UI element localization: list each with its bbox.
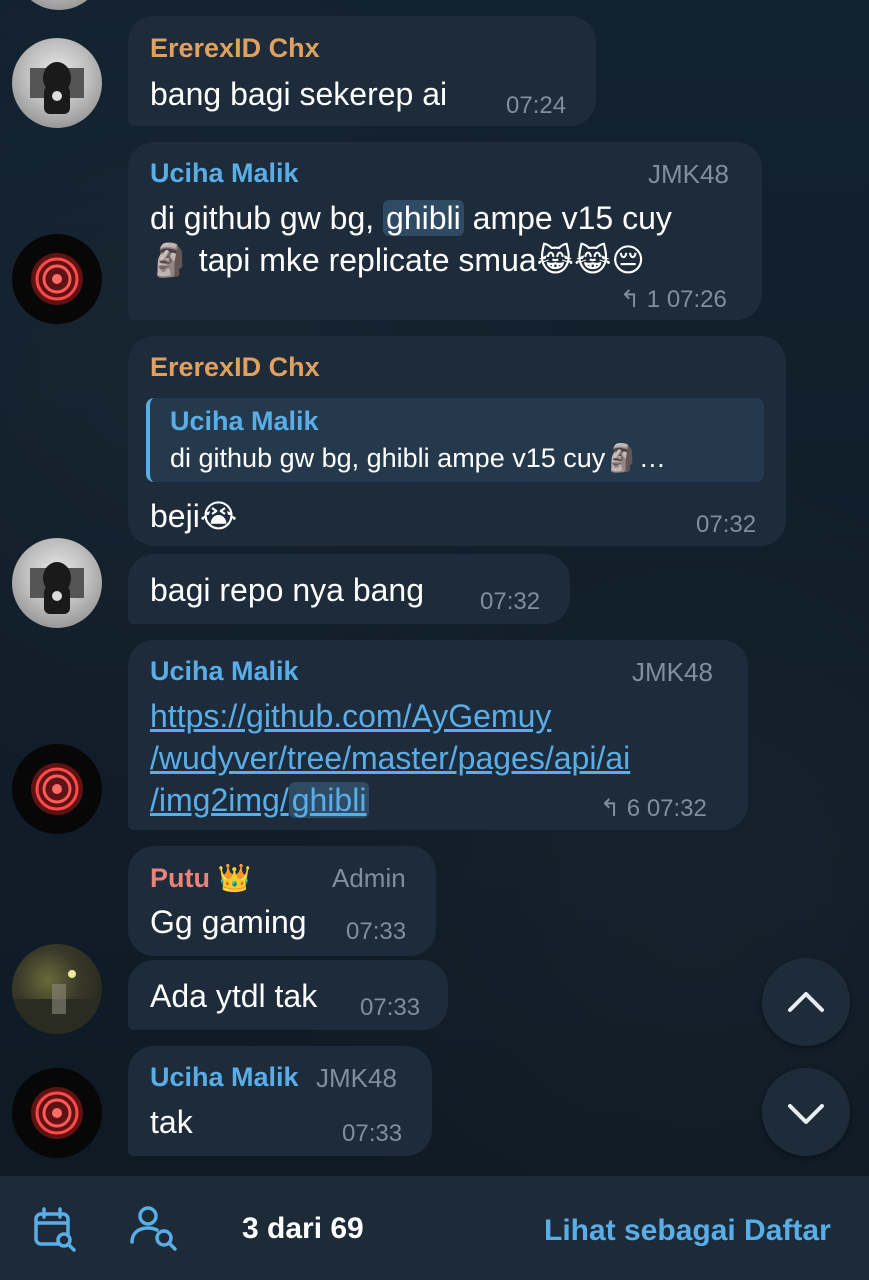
message-text: beji😭 <box>150 498 238 534</box>
sharingan-avatar-image <box>31 763 83 815</box>
reply-quote[interactable]: Uciha Malik di github gw bg, ghibli ampe… <box>146 398 764 482</box>
message-time: 07:32 <box>646 795 707 822</box>
message-text: tak <box>150 1104 193 1140</box>
github-link[interactable]: /wudyver/tree/master/pages/api/ai <box>150 738 630 779</box>
avatar-uciha-malik[interactable] <box>12 1068 102 1158</box>
message-bubble[interactable]: bagi repo nya bang 07:32 <box>128 554 570 624</box>
sharingan-avatar-image <box>31 253 83 305</box>
github-link[interactable]: https://github.com/AyGemuy <box>150 696 551 737</box>
reply-info[interactable]: ↰ 6 07:32 <box>600 794 707 823</box>
text-segment: ampe v15 cuy <box>463 200 672 236</box>
sender-name[interactable]: ErerexID Chx <box>150 33 320 64</box>
message-time: 07:26 <box>666 286 727 313</box>
reply-arrow-icon: ↰ <box>620 286 641 313</box>
calendar-search-button[interactable] <box>30 1204 80 1254</box>
scroll-down-button[interactable] <box>762 1068 850 1156</box>
sender-tag: JMK48 <box>316 1063 397 1093</box>
avatar-uciha-malik[interactable] <box>12 234 102 324</box>
sender-name[interactable]: Uciha Malik <box>150 1062 299 1093</box>
view-as-list-button[interactable]: Lihat sebagai Daftar <box>544 1214 831 1248</box>
search-results-bar: 3 dari 69 Lihat sebagai Daftar <box>0 1176 869 1280</box>
reply-arrow-icon: ↰ <box>600 795 621 822</box>
sender-tag: Admin <box>332 863 406 893</box>
message-bubble[interactable]: Putu 👑 Admin Gg gaming 07:33 <box>128 846 436 956</box>
message-bubble[interactable]: Uciha Malik JMK48 di github gw bg, ghibl… <box>128 142 762 320</box>
quote-sender: Uciha Malik <box>170 406 319 436</box>
calendar-search-icon <box>34 1207 76 1252</box>
sender-tag: JMK48 <box>648 159 729 189</box>
message-bubble[interactable]: ErerexID Chx Uciha Malik di github gw bg… <box>128 336 786 546</box>
hacker-avatar-image <box>30 62 84 114</box>
github-link[interactable]: /img2img/ghibli <box>150 780 370 821</box>
message-text: bagi repo nya bang <box>150 572 424 608</box>
message-time: 07:32 <box>480 588 541 615</box>
reply-info[interactable]: ↰ 1 07:26 <box>620 285 727 314</box>
message-text: bang bagi sekerep ai <box>150 76 448 112</box>
sender-name[interactable]: Uciha Malik <box>150 656 299 687</box>
message-bubble[interactable]: Uciha Malik JMK48 tak 07:33 <box>128 1046 432 1156</box>
scroll-up-button[interactable] <box>762 958 850 1046</box>
night-scene-avatar-image <box>12 970 102 1034</box>
message-time: 07:32 <box>696 511 757 538</box>
chevron-up-icon <box>788 992 824 1012</box>
user-search-icon <box>130 1206 177 1251</box>
link-line: /img2img/ <box>150 782 289 818</box>
message-bubble[interactable]: Uciha Malik JMK48 https://github.com/AyG… <box>128 640 748 830</box>
reply-count: 6 <box>626 795 641 822</box>
message-bubble[interactable]: ErerexID Chx bang bagi sekerep ai 07:24 <box>128 16 596 126</box>
sender-name[interactable]: Uciha Malik <box>150 158 299 189</box>
message-time: 07:24 <box>506 92 567 119</box>
link-line: https://github.com/AyGemuy <box>150 698 552 734</box>
reply-count: 1 <box>646 286 661 313</box>
user-search-button[interactable] <box>128 1202 180 1254</box>
avatar-ererexid[interactable] <box>12 538 102 628</box>
sender-tag: JMK48 <box>632 657 713 687</box>
quote-text: di github gw bg, ghibli ampe v15 cuy🗿… <box>170 443 666 473</box>
avatar-ererexid[interactable] <box>12 38 102 128</box>
message-text: di github gw bg, ghibli ampe v15 cuy <box>150 198 672 239</box>
message-text: Gg gaming <box>150 904 307 940</box>
message-time: 07:33 <box>342 1120 403 1147</box>
message-text: Ada ytdl tak <box>150 978 318 1014</box>
message-bubble[interactable]: Ada ytdl tak 07:33 <box>128 960 448 1030</box>
search-highlight: ghibli <box>383 200 464 236</box>
sharingan-avatar-image <box>31 1087 83 1139</box>
avatar-user[interactable] <box>12 944 102 1034</box>
link-line: /wudyver/tree/master/pages/api/ai <box>150 740 631 776</box>
search-highlight: ghibli <box>288 782 370 818</box>
sender-name[interactable]: Putu 👑 <box>150 862 251 894</box>
avatar-uciha-malik[interactable] <box>12 744 102 834</box>
sender-name[interactable]: ErerexID Chx <box>150 352 320 383</box>
text-segment: di github gw bg, <box>150 200 384 236</box>
hacker-avatar-image <box>30 562 84 614</box>
message-time: 07:33 <box>346 918 407 945</box>
search-result-counter: 3 dari 69 <box>242 1212 364 1245</box>
message-text-line2: 🗿 tapi mke replicate smua😹😹😔 <box>150 242 645 278</box>
message-time: 07:33 <box>360 994 421 1021</box>
chevron-down-icon <box>788 1104 824 1124</box>
